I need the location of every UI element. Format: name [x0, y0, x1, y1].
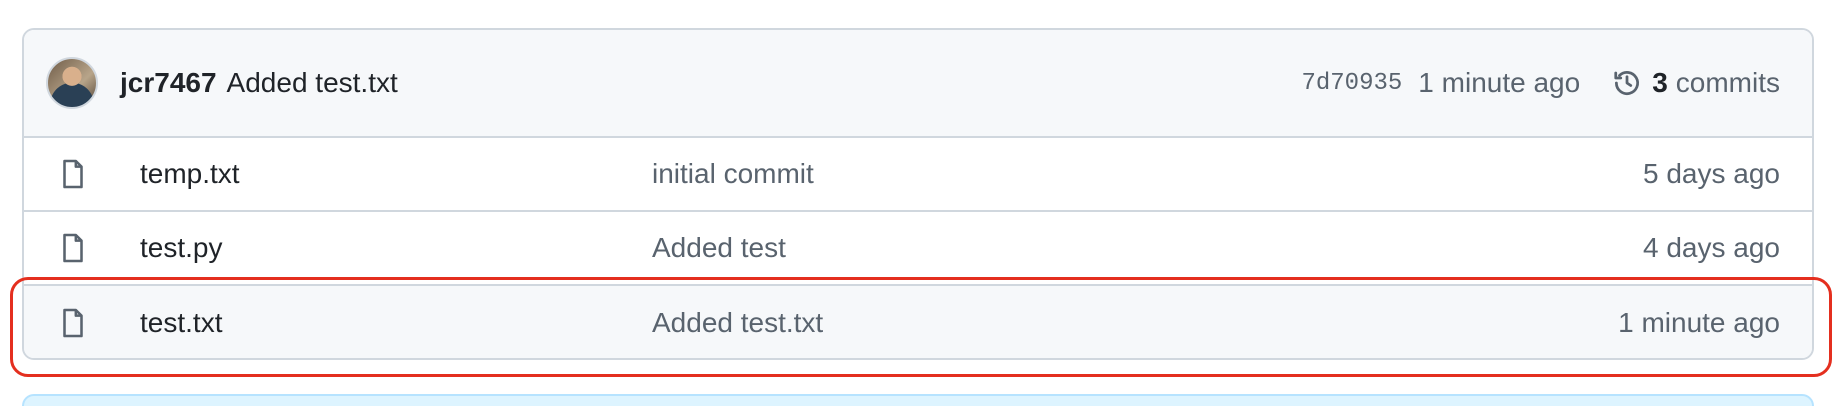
- repo-contents-panel: jcr7467 Added test.txt 7d70935 1 minute …: [22, 28, 1814, 360]
- file-name-link[interactable]: test.txt: [140, 307, 652, 339]
- file-row-temp-txt[interactable]: temp.txt initial commit 5 days ago: [24, 138, 1812, 212]
- commit-sha-link[interactable]: 7d70935: [1301, 70, 1402, 97]
- file-name-link[interactable]: temp.txt: [140, 158, 652, 190]
- file-last-updated: 1 minute ago: [1618, 307, 1780, 338]
- info-strip: [22, 394, 1814, 406]
- file-row-test-py[interactable]: test.py Added test 4 days ago: [24, 212, 1812, 286]
- latest-commit-time: 1 minute ago: [1418, 67, 1581, 98]
- file-row-test-txt[interactable]: test.txt Added test.txt 1 minute ago: [24, 286, 1812, 358]
- file-commit-message-link[interactable]: Added test: [652, 232, 1643, 264]
- commits-label: commits: [1675, 67, 1780, 98]
- file-last-updated: 4 days ago: [1643, 232, 1780, 263]
- file-commit-message-link[interactable]: initial commit: [652, 158, 1643, 190]
- file-icon: [63, 233, 83, 263]
- user-avatar[interactable]: [46, 57, 98, 109]
- commit-author-link[interactable]: jcr7467: [120, 67, 217, 99]
- repository-file-browser: jcr7467 Added test.txt 7d70935 1 minute …: [0, 0, 1842, 406]
- file-commit-message-link[interactable]: Added test.txt: [652, 307, 1618, 339]
- commit-history-link[interactable]: 3 commits: [1612, 67, 1780, 99]
- file-last-updated: 5 days ago: [1643, 158, 1780, 189]
- commit-count: 3: [1652, 67, 1668, 98]
- file-name-link[interactable]: test.py: [140, 232, 652, 264]
- latest-commit-message-link[interactable]: Added test.txt: [227, 67, 398, 99]
- latest-commit-header: jcr7467 Added test.txt 7d70935 1 minute …: [24, 30, 1812, 138]
- history-icon: [1614, 71, 1640, 95]
- file-icon: [63, 308, 83, 338]
- file-icon: [63, 159, 83, 189]
